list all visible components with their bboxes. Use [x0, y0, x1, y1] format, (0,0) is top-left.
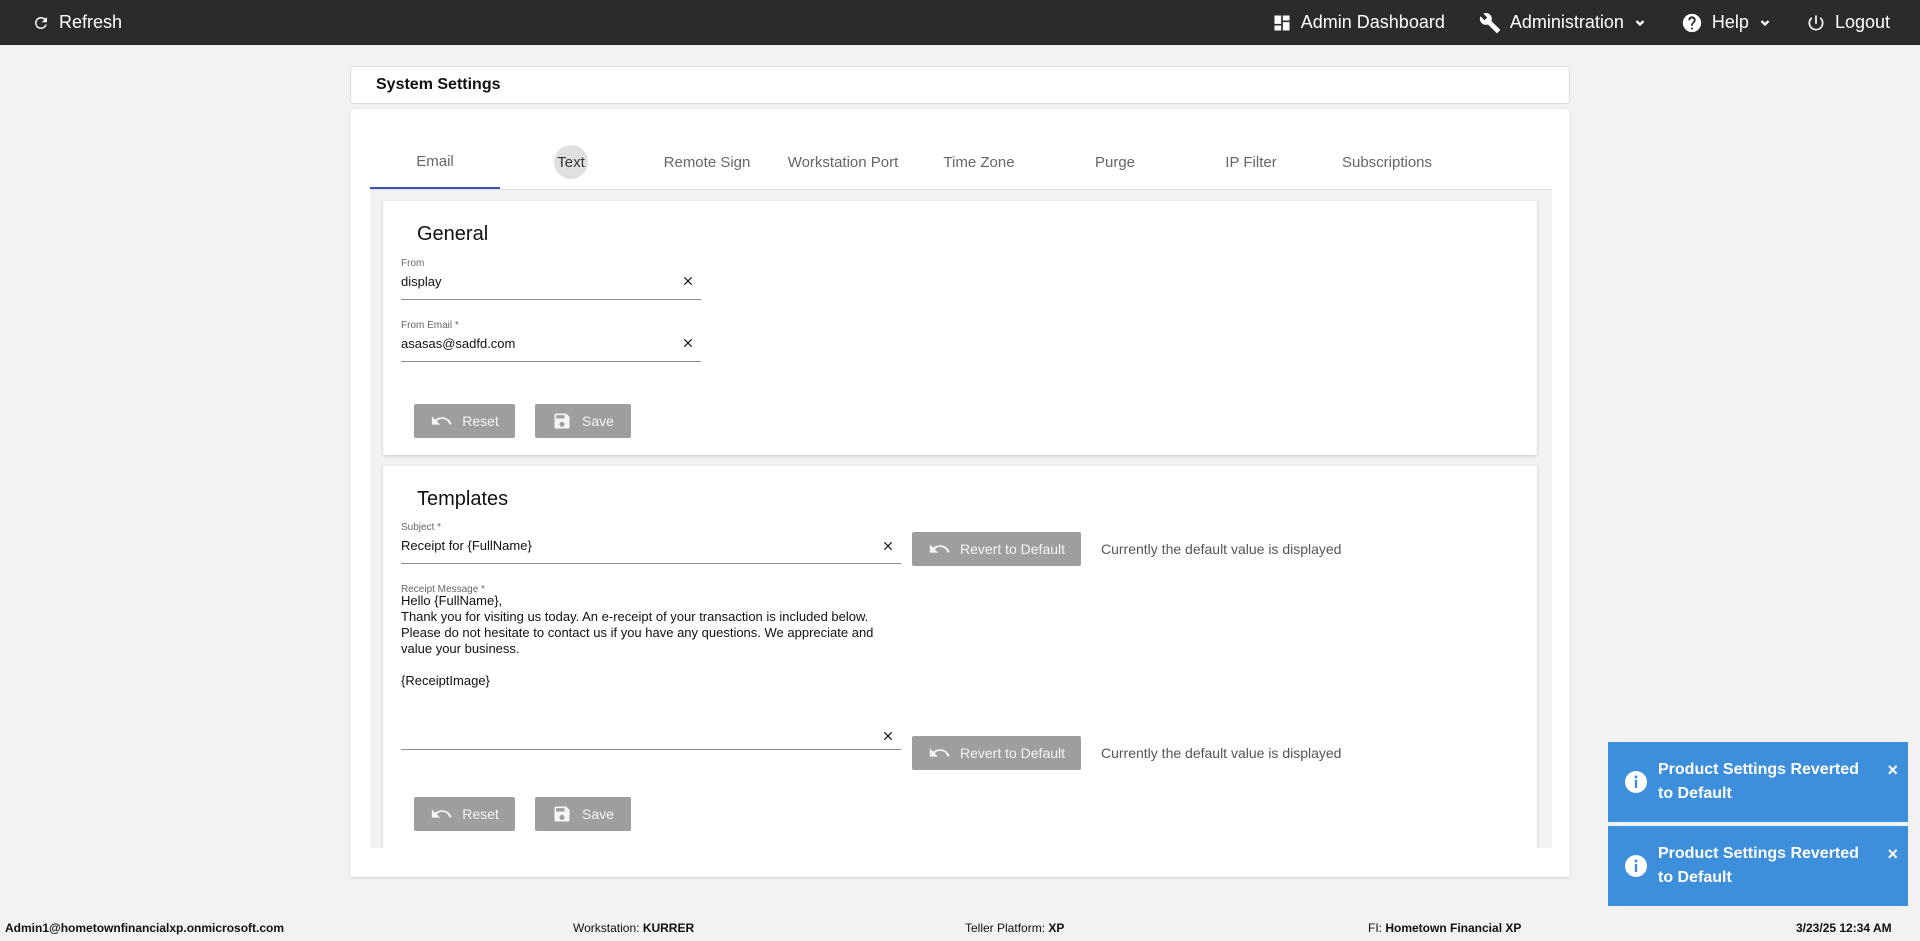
- subject-value: Receipt for {FullName}: [401, 538, 532, 553]
- tab-label: Remote Sign: [663, 153, 751, 171]
- help-icon: [1682, 13, 1702, 32]
- tab-label: Time Zone: [943, 153, 1015, 171]
- message-field-underline[interactable]: [401, 720, 901, 750]
- refresh-icon: [35, 16, 47, 29]
- tab-content: General From display From Email * asasas…: [370, 190, 1552, 848]
- revert-label: Revert to Default: [959, 541, 1066, 557]
- top-nav-bar: Refresh Admin Dashboard Administration H…: [0, 0, 1920, 45]
- tab-email[interactable]: Email: [370, 135, 500, 189]
- message-value[interactable]: Hello {FullName}, Thank you for visiting…: [401, 593, 881, 689]
- admin-dashboard-link[interactable]: Admin Dashboard: [1272, 0, 1445, 45]
- platform-value: XP: [1048, 921, 1065, 935]
- toast-text: Product Settings Reverted to Default: [1658, 761, 1859, 802]
- tab-time-zone[interactable]: Time Zone: [914, 135, 1044, 189]
- settings-card: Email Text Remote Sign Workstation Port …: [350, 109, 1570, 877]
- general-reset-button[interactable]: Reset: [414, 404, 515, 438]
- from-email-field[interactable]: From Email * asasas@sadfd.com: [401, 320, 701, 362]
- undo-icon: [929, 748, 950, 757]
- info-icon: [1625, 771, 1647, 793]
- refresh-label: Refresh: [59, 12, 123, 32]
- admin-dashboard-label: Admin Dashboard: [1300, 12, 1445, 32]
- from-email-label: From Email *: [401, 320, 459, 331]
- wrench-icon: [1479, 12, 1500, 33]
- platform-label: Teller Platform:: [965, 921, 1046, 935]
- refresh-button[interactable]: Refresh: [32, 0, 122, 45]
- undo-icon: [432, 809, 452, 818]
- clear-icon[interactable]: [881, 729, 895, 743]
- administration-label: Administration: [1509, 12, 1624, 32]
- clear-icon[interactable]: [681, 336, 695, 350]
- page-title: System Settings: [376, 76, 501, 93]
- footer-datetime: 3/23/25 12:34 AM: [1796, 921, 1892, 935]
- toast-notification: Product Settings Reverted to Default ×: [1608, 742, 1908, 822]
- toast-notification: Product Settings Reverted to Default ×: [1608, 826, 1908, 906]
- save-icon: [554, 806, 570, 822]
- info-icon: [1625, 855, 1647, 877]
- from-value: display: [401, 274, 442, 289]
- tab-label: Subscriptions: [1341, 153, 1433, 171]
- undo-icon: [432, 416, 452, 425]
- logout-label: Logout: [1834, 12, 1890, 32]
- clear-icon[interactable]: [681, 274, 695, 288]
- fi-label: FI:: [1368, 921, 1382, 935]
- fi-value: Hometown Financial XP: [1385, 921, 1522, 935]
- from-field[interactable]: From display: [401, 258, 701, 300]
- subject-label: Subject *: [401, 522, 442, 533]
- save-label: Save: [582, 413, 614, 429]
- toast-text: Product Settings Reverted to Default: [1658, 845, 1859, 886]
- save-label: Save: [582, 806, 614, 822]
- templates-reset-button[interactable]: Reset: [414, 797, 515, 831]
- logout-button[interactable]: Logout: [1806, 0, 1890, 45]
- footer-user: Admin1@hometownfinancialxp.onmicrosoft.c…: [5, 921, 285, 935]
- tab-label: Text: [554, 145, 588, 179]
- tab-remote-sign[interactable]: Remote Sign: [642, 135, 772, 189]
- templates-title: Templates: [417, 488, 509, 510]
- help-label: Help: [1711, 12, 1749, 32]
- clear-icon[interactable]: [881, 539, 895, 553]
- tab-label: IP Filter: [1225, 153, 1277, 171]
- workstation-label: Workstation:: [573, 921, 640, 935]
- toast-close-button[interactable]: ×: [1887, 760, 1898, 781]
- toast-close-button[interactable]: ×: [1887, 844, 1898, 865]
- revert-label: Revert to Default: [959, 745, 1066, 761]
- reset-label: Reset: [462, 806, 499, 822]
- page-header: System Settings: [350, 66, 1570, 104]
- chevron-down-icon: [1635, 19, 1645, 26]
- settings-tabs: Email Text Remote Sign Workstation Port …: [370, 135, 1552, 190]
- tab-ip-filter[interactable]: IP Filter: [1186, 135, 1316, 189]
- dashboard-icon: [1274, 15, 1290, 30]
- from-label: From: [401, 258, 425, 269]
- undo-icon: [929, 544, 950, 553]
- power-icon: [1808, 15, 1824, 30]
- help-menu[interactable]: Help: [1681, 0, 1772, 45]
- workstation-value: KURRER: [642, 921, 695, 935]
- chevron-down-icon: [1760, 19, 1770, 26]
- from-email-value: asasas@sadfd.com: [401, 336, 516, 351]
- save-icon: [554, 413, 570, 429]
- tab-workstation-port[interactable]: Workstation Port: [778, 135, 908, 189]
- subject-revert-button[interactable]: Revert to Default: [912, 532, 1081, 566]
- subject-field[interactable]: Subject * Receipt for {FullName}: [401, 522, 901, 564]
- reset-label: Reset: [462, 413, 499, 429]
- subject-default-note: Currently the default value is displayed: [1101, 541, 1342, 557]
- tab-text[interactable]: Text: [506, 135, 636, 189]
- message-revert-button[interactable]: Revert to Default: [912, 736, 1081, 770]
- general-save-button[interactable]: Save: [535, 404, 631, 438]
- tab-label: Purge: [1094, 153, 1136, 171]
- templates-panel: Templates Subject * Receipt for {FullNam…: [383, 466, 1537, 848]
- templates-save-button[interactable]: Save: [535, 797, 631, 831]
- tab-subscriptions[interactable]: Subscriptions: [1322, 135, 1452, 189]
- status-footer: Admin1@hometownfinancialxp.onmicrosoft.c…: [0, 914, 1920, 941]
- tab-label: Email: [416, 152, 454, 170]
- general-panel: General From display From Email * asasas…: [383, 201, 1537, 455]
- tab-purge[interactable]: Purge: [1050, 135, 1180, 189]
- message-default-note: Currently the default value is displayed: [1101, 745, 1342, 761]
- general-title: General: [417, 223, 489, 245]
- tab-label: Workstation Port: [787, 153, 899, 171]
- administration-menu[interactable]: Administration: [1479, 0, 1647, 45]
